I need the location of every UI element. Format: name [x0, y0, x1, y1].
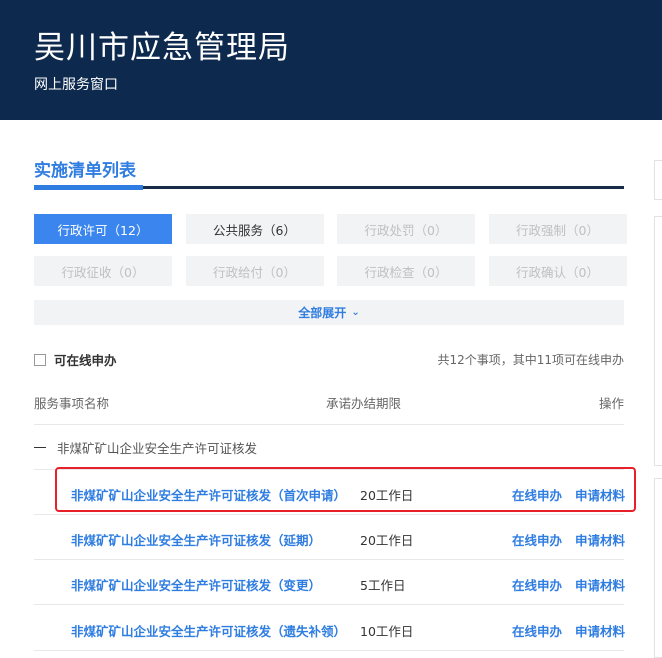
- page-header: 吴川市应急管理局 网上服务窗口: [0, 0, 662, 120]
- column-header-actions: 操作: [598, 396, 624, 411]
- tab-administrative-levy[interactable]: 行政征收（0）: [34, 256, 172, 286]
- expand-all-label: 全部展开: [298, 306, 347, 320]
- column-header-name: 服务事项名称: [34, 396, 110, 411]
- tab-public-service[interactable]: 公共服务（6）: [185, 214, 324, 244]
- site-title: 吴川市应急管理局: [34, 30, 290, 66]
- group-title: 非煤矿矿山企业安全生产许可证核发: [57, 441, 258, 456]
- application-materials-link[interactable]: 申请材料: [575, 530, 625, 549]
- online-filter-label: 可在线申办: [54, 353, 117, 368]
- collapse-icon[interactable]: [34, 447, 46, 448]
- apply-online-link[interactable]: 在线申办: [512, 621, 562, 640]
- service-item-link[interactable]: 非煤矿矿山企业安全生产许可证核发（变更）: [71, 575, 321, 594]
- online-filter[interactable]: 可在线申办: [34, 350, 117, 369]
- tab-administrative-license[interactable]: 行政许可（12）: [34, 214, 172, 244]
- application-materials-link[interactable]: 申请材料: [575, 621, 625, 640]
- side-panel-edge: [654, 478, 662, 658]
- chevron-down-icon: ⌄: [351, 307, 360, 318]
- tab-administrative-penalty[interactable]: 行政处罚（0）: [337, 214, 475, 244]
- column-header-deadline: 承诺办结期限: [326, 396, 402, 411]
- section-title: 实施清单列表: [34, 161, 136, 181]
- apply-online-link[interactable]: 在线申办: [512, 575, 562, 594]
- highlight-box: [55, 467, 636, 512]
- tab-administrative-enforcement[interactable]: 行政强制（0）: [488, 214, 627, 244]
- tab-administrative-confirmation[interactable]: 行政确认（0）: [488, 256, 627, 286]
- site-subtitle: 网上服务窗口: [34, 77, 118, 93]
- side-panel-edge: [654, 216, 662, 466]
- row-divider: [34, 650, 624, 651]
- row-divider: [34, 559, 624, 560]
- group-row[interactable]: 非煤矿矿山企业安全生产许可证核发: [34, 438, 257, 457]
- service-item-link[interactable]: 非煤矿矿山企业安全生产许可证核发（延期）: [71, 530, 321, 549]
- tab-administrative-inspection[interactable]: 行政检查（0）: [337, 256, 475, 286]
- row-divider: [34, 514, 624, 515]
- service-item-deadline: 10工作日: [360, 624, 414, 639]
- side-panel-edge: [654, 160, 662, 200]
- service-item-link[interactable]: 非煤矿矿山企业安全生产许可证核发（遗失补领）: [71, 621, 346, 640]
- service-item-deadline: 20工作日: [360, 533, 414, 548]
- application-materials-link[interactable]: 申请材料: [575, 575, 625, 594]
- expand-all-button[interactable]: 全部展开 ⌄: [34, 300, 624, 325]
- apply-online-link[interactable]: 在线申办: [512, 530, 562, 549]
- row-divider: [34, 604, 624, 605]
- row-divider: [34, 424, 624, 425]
- section-divider-accent: [34, 185, 143, 190]
- online-filter-checkbox[interactable]: [34, 353, 46, 366]
- category-tabs: 行政许可（12） 公共服务（6） 行政处罚（0） 行政强制（0） 行政征收（0）…: [34, 214, 627, 286]
- item-count-summary: 共12个事项，其中11项可在线申办: [437, 353, 624, 367]
- tab-administrative-payment[interactable]: 行政给付（0）: [185, 256, 324, 286]
- service-item-deadline: 5工作日: [360, 578, 406, 593]
